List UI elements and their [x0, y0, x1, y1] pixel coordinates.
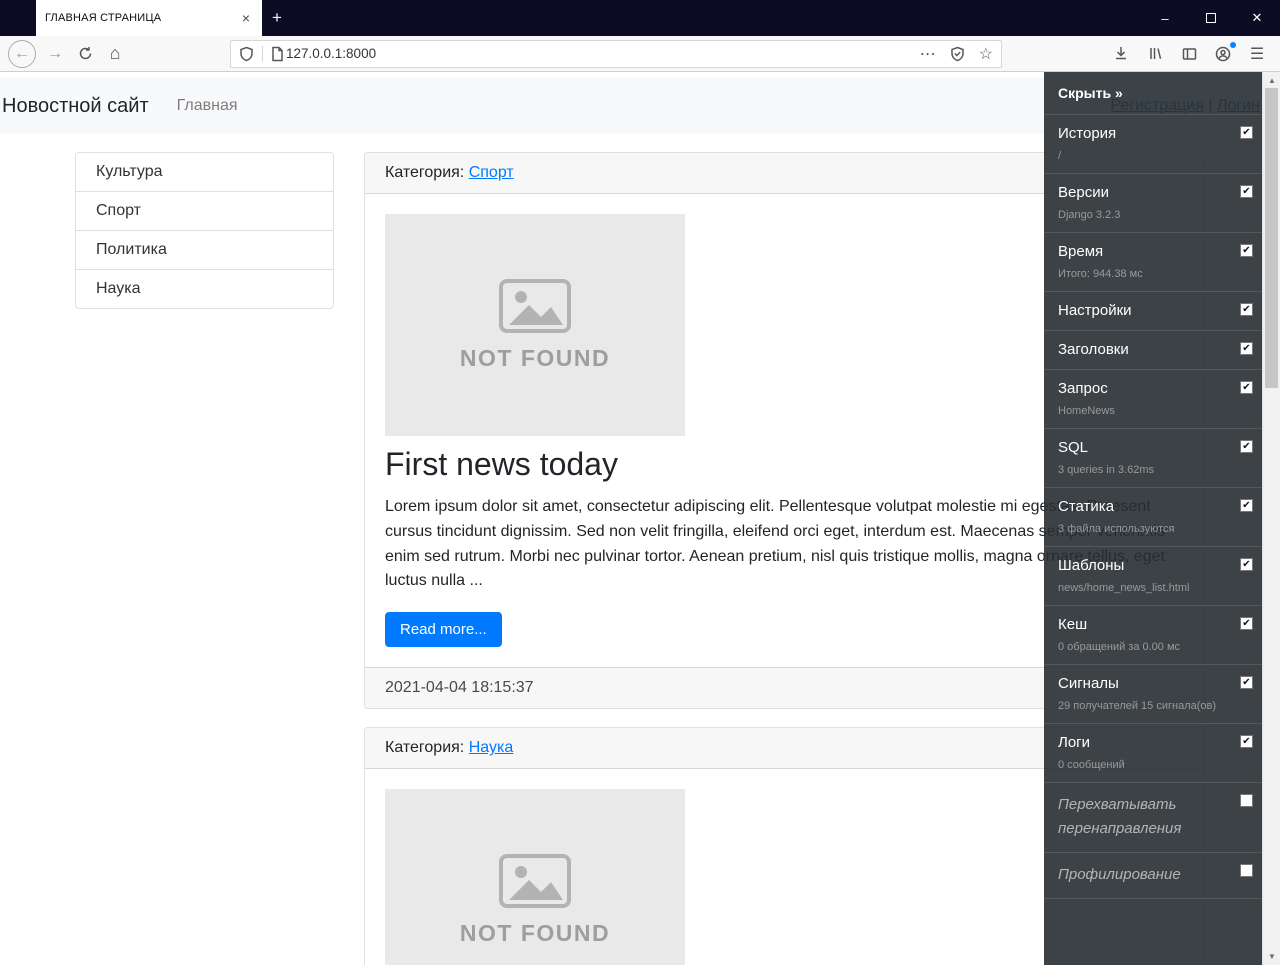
page-actions-icon[interactable]: ⋯	[920, 44, 936, 64]
pocket-save-icon[interactable]	[950, 46, 965, 62]
not-found-label: NOT FOUND	[459, 919, 611, 946]
new-tab-button[interactable]: +	[262, 0, 292, 36]
browser-toolbar: ← → ⌂ 127.0.0.1:8000 ⋯ ☆ ☰	[0, 36, 1280, 72]
menu-button[interactable]: ☰	[1242, 39, 1272, 69]
debug-panel-sql[interactable]: SQL 3 queries in 3.62ms	[1044, 429, 1262, 488]
debug-panel-settings[interactable]: Настройки	[1044, 292, 1262, 331]
library-icon	[1149, 48, 1161, 59]
tab-close-icon[interactable]: ×	[239, 10, 253, 26]
panel-checkbox[interactable]	[1240, 185, 1253, 198]
url-bar[interactable]: 127.0.0.1:8000 ⋯ ☆	[230, 39, 1002, 68]
sidebars-button[interactable]	[1174, 39, 1204, 69]
panel-checkbox[interactable]	[1240, 864, 1253, 877]
category-item-sport[interactable]: Спорт	[75, 191, 334, 231]
panel-checkbox[interactable]	[1240, 676, 1253, 689]
category-link[interactable]: Спорт	[469, 164, 514, 181]
panel-checkbox[interactable]	[1240, 794, 1253, 807]
back-button[interactable]: ←	[8, 39, 36, 68]
panel-checkbox[interactable]	[1240, 499, 1253, 512]
image-icon	[499, 278, 571, 333]
category-label: Категория:	[385, 164, 465, 181]
downloads-button[interactable]	[1106, 39, 1136, 69]
debug-panel-cache[interactable]: Кеш 0 обращений за 0.00 мс	[1044, 606, 1262, 665]
category-link[interactable]: Наука	[469, 739, 514, 756]
maximize-icon	[1206, 13, 1216, 23]
maximize-button[interactable]	[1188, 0, 1234, 36]
debug-panel-request[interactable]: Запрос HomeNews	[1044, 370, 1262, 429]
account-button[interactable]	[1208, 39, 1238, 69]
debug-panel-history[interactable]: История /	[1044, 115, 1262, 174]
category-item-politika[interactable]: Политика	[75, 230, 334, 270]
debug-panel-static[interactable]: Статика 3 файла используются	[1044, 488, 1262, 547]
debug-panel-headers[interactable]: Заголовки	[1044, 331, 1262, 370]
minimize-button[interactable]: –	[1142, 0, 1188, 36]
django-debug-toolbar: Скрыть » История / Версии Django 3.2.3 В…	[1044, 72, 1262, 965]
scroll-down-icon[interactable]: ▼	[1263, 952, 1280, 961]
nav-home-link[interactable]: Главная	[177, 97, 238, 115]
categories-sidebar: Культура Спорт Политика Наука	[60, 152, 349, 965]
panel-checkbox[interactable]	[1240, 381, 1253, 394]
window-controls: – ✕	[1142, 0, 1280, 36]
panel-checkbox[interactable]	[1240, 558, 1253, 571]
tab-title: ГЛАВНАЯ СТРАНИЦА	[45, 12, 162, 24]
page-viewport: Новостной сайт Главная Регистрация | Лог…	[0, 72, 1280, 965]
url-text[interactable]: 127.0.0.1:8000	[286, 46, 920, 61]
browser-tab[interactable]: ГЛАВНАЯ СТРАНИЦА ×	[36, 0, 262, 36]
news-image-placeholder: NOT FOUND	[385, 789, 685, 965]
home-button[interactable]: ⌂	[100, 39, 130, 69]
news-image-placeholder: NOT FOUND	[385, 214, 685, 436]
debug-panel-templates[interactable]: Шаблоны news/home_news_list.html	[1044, 547, 1262, 606]
scrollbar-thumb[interactable]	[1265, 88, 1278, 388]
panel-checkbox[interactable]	[1240, 342, 1253, 355]
panel-checkbox[interactable]	[1240, 126, 1253, 139]
read-more-button[interactable]: Read more...	[385, 612, 502, 648]
debug-panel-profiling[interactable]: Профилирование	[1044, 853, 1262, 899]
scroll-up-icon[interactable]: ▲	[1263, 76, 1280, 85]
page-scrollbar[interactable]: ▲ ▼	[1262, 72, 1280, 965]
bookmark-star-icon[interactable]: ☆	[979, 44, 993, 64]
sidebar-toggle-icon	[1182, 47, 1196, 60]
forward-button[interactable]: →	[40, 39, 70, 69]
panel-checkbox[interactable]	[1240, 303, 1253, 316]
refresh-icon	[79, 47, 91, 60]
debug-panel-logging[interactable]: Логи 0 сообщений	[1044, 724, 1262, 783]
category-label: Категория:	[385, 739, 465, 757]
urlbar-divider	[262, 45, 263, 62]
debug-panel-time[interactable]: Время Итого: 944.38 мс	[1044, 233, 1262, 292]
library-button[interactable]	[1140, 39, 1170, 69]
not-found-label: NOT FOUND	[459, 344, 611, 371]
debug-panel-versions[interactable]: Версии Django 3.2.3	[1044, 174, 1262, 233]
site-brand[interactable]: Новостной сайт	[2, 95, 149, 118]
panel-checkbox[interactable]	[1240, 440, 1253, 453]
close-button[interactable]: ✕	[1234, 0, 1280, 36]
download-icon	[1116, 47, 1126, 60]
panel-checkbox[interactable]	[1240, 617, 1253, 630]
category-item-nauka[interactable]: Наука	[75, 269, 334, 309]
shield-icon	[240, 46, 253, 61]
notification-dot	[1230, 41, 1236, 48]
category-item-kultura[interactable]: Культура	[75, 152, 334, 192]
debug-panel-redirects[interactable]: Перехватывать перенаправления	[1044, 783, 1262, 853]
browser-titlebar: ГЛАВНАЯ СТРАНИЦА × + – ✕	[0, 0, 1280, 36]
image-icon	[499, 853, 571, 908]
panel-checkbox[interactable]	[1240, 244, 1253, 257]
panel-checkbox[interactable]	[1240, 735, 1253, 748]
debug-panel-signals[interactable]: Сигналы 29 получателей 15 сигнала(ов)	[1044, 665, 1262, 724]
refresh-button[interactable]	[70, 39, 100, 69]
debug-hide-button[interactable]: Скрыть »	[1044, 72, 1262, 115]
page-icon	[272, 46, 283, 61]
account-icon	[1215, 46, 1231, 61]
